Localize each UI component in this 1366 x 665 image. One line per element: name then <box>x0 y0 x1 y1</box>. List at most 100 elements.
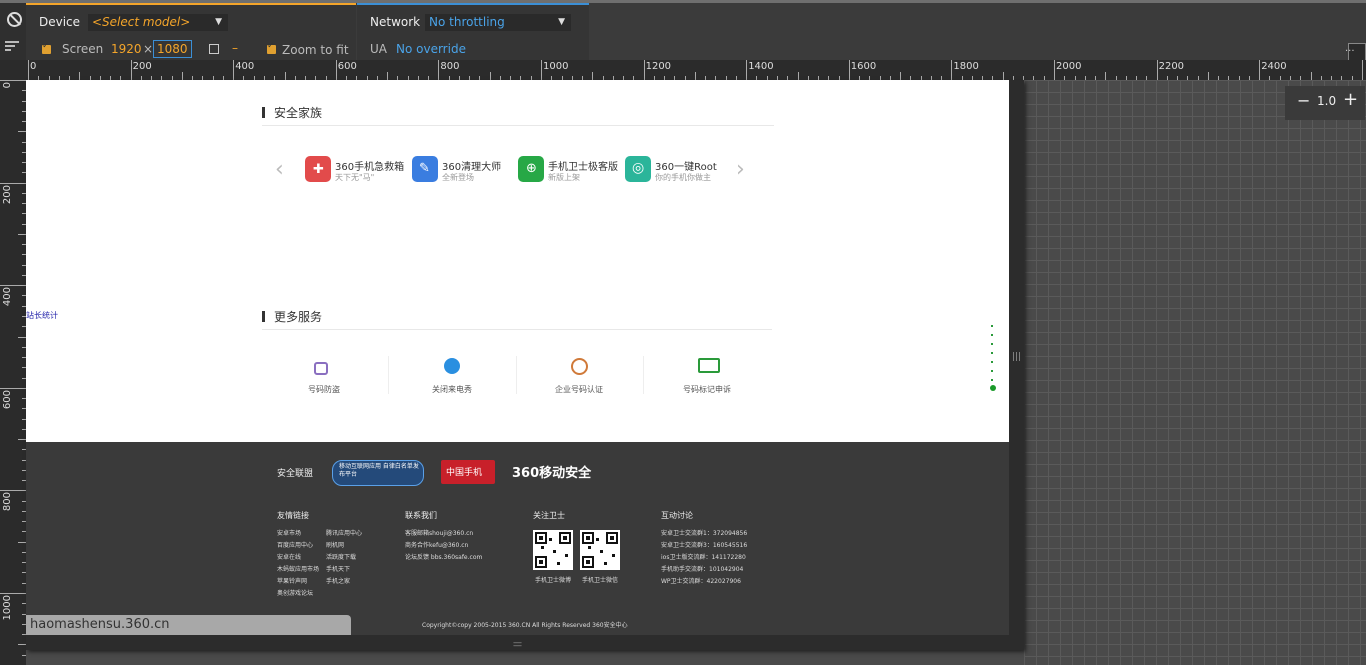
chevron-left-icon[interactable]: ‹ <box>275 157 284 182</box>
wechat-qr-code[interactable] <box>580 530 620 570</box>
app-subtitle: 天下无"马" <box>335 173 375 182</box>
contact-item[interactable]: 论坛反馈 bbs.360safe.com <box>405 552 482 561</box>
network-throttling-select[interactable]: No throttling ▼ <box>425 14 571 31</box>
ruler-tick <box>0 80 26 81</box>
ruler-tick <box>130 60 132 80</box>
first-aid-kit-icon: ✚ <box>305 156 331 182</box>
ruler-tick <box>18 644 26 646</box>
friends-title: 友情链接 <box>277 511 309 520</box>
services-divider <box>262 329 772 330</box>
friend-link[interactable]: 活跃度下载 <box>326 552 356 561</box>
family-section-title: 安全家族 <box>261 106 323 120</box>
ruler-tick <box>79 72 81 80</box>
ruler-label: 2400 <box>1261 61 1287 72</box>
alliance-label: 安全联盟 <box>277 469 314 479</box>
qr-finder-pattern <box>535 532 547 544</box>
zoom-value: 1.0 <box>1317 94 1337 108</box>
ruler-label: 400 <box>2 287 13 307</box>
stats-link[interactable]: 站长统计 <box>26 310 58 321</box>
ruler-label: 800 <box>2 492 13 512</box>
contact-item[interactable]: 商务合作kefu@360.cn <box>405 540 468 549</box>
ruler-label: 800 <box>440 61 460 72</box>
device-model-select[interactable]: <Select model> ▼ <box>88 14 228 31</box>
discuss-item[interactable]: WP卫士交流群：422027906 <box>661 576 741 585</box>
ruler-label: 1600 <box>850 61 877 72</box>
app-name: 360手机急救箱 <box>335 162 405 173</box>
ruler-left: 0 200 400 600 800 1000 <box>0 60 26 665</box>
media-queries-icon[interactable] <box>5 41 19 51</box>
friend-link[interactable]: 百度应用中心 <box>277 540 313 549</box>
friend-link[interactable]: 奥创游戏论坛 <box>277 588 313 597</box>
contact-item[interactable]: 客服邮箱shouji@360.cn <box>405 528 473 537</box>
360-security-logo[interactable]: 360移动安全 <box>512 462 591 481</box>
screen-checkbox[interactable] <box>42 41 51 54</box>
qr-module <box>600 550 603 553</box>
friend-link[interactable]: 刷机网 <box>326 540 344 549</box>
discuss-item[interactable]: 安卓卫士交流群3：160545516 <box>661 540 747 549</box>
more-options-icon[interactable]: ... <box>1345 43 1355 54</box>
qr-module <box>541 546 544 549</box>
ua-override-input[interactable]: No override <box>396 42 466 56</box>
ruler-tick <box>643 60 645 80</box>
ruler-label: 600 <box>337 61 357 72</box>
device-model-value: <Select model> <box>92 15 191 29</box>
ruler-label: 200 <box>132 61 152 72</box>
ruler-tick <box>181 72 183 80</box>
service-label: 企业号码认证 <box>555 385 603 394</box>
swap-dimensions-icon[interactable] <box>209 44 219 54</box>
zoom-to-fit-checkbox[interactable] <box>267 41 276 54</box>
friend-link[interactable]: 安卓在线 <box>277 552 301 561</box>
toolbar-left-strip <box>0 3 26 60</box>
friend-link[interactable]: 苹果铃声网 <box>277 576 307 585</box>
ruler-label: 1000 <box>2 595 13 621</box>
qr-module <box>549 538 552 541</box>
friend-link[interactable]: 腾讯应用中心 <box>326 528 362 537</box>
resize-handle-right[interactable]: ||| <box>1012 352 1021 362</box>
resize-handle-bottom[interactable]: — — <box>513 639 522 651</box>
service-separator <box>516 356 517 394</box>
china-mobile-badge[interactable]: 中国手机 <box>441 460 495 484</box>
chevron-right-icon[interactable]: › <box>736 157 745 182</box>
ruler-tick <box>1259 60 1261 80</box>
screen-width-input[interactable]: 1920 <box>111 42 142 56</box>
service-separator <box>388 356 389 394</box>
disable-emulation-icon[interactable] <box>7 12 22 27</box>
qr-module <box>612 554 615 557</box>
ruler-tick <box>1002 72 1004 80</box>
friend-link[interactable]: 安卓市场 <box>277 528 301 537</box>
padlock-icon <box>314 362 328 375</box>
discuss-item[interactable]: 安卓卫士交流群1：372094856 <box>661 528 747 537</box>
ruler-label: 1200 <box>645 61 672 72</box>
discuss-item[interactable]: 手机助手交流群：101042904 <box>661 564 743 573</box>
ruler-tick <box>1310 72 1312 80</box>
whitelist-badge[interactable]: 移动互联网应用 自律白名单发布平台 <box>332 460 424 486</box>
zoom-in-button[interactable]: + <box>1343 89 1358 110</box>
friend-link[interactable]: 木蚂蚁应用市场 <box>277 564 319 573</box>
weibo-qr-code[interactable] <box>533 530 573 570</box>
chevron-down-icon: ▼ <box>558 17 565 27</box>
ruler-tick <box>233 60 235 80</box>
service-label: 号码防盗 <box>308 385 340 394</box>
screen-times-sign: × <box>143 42 154 56</box>
ruler-tick <box>284 72 286 80</box>
app-subtitle: 你的手机你做主 <box>655 173 711 182</box>
ruler-tick <box>592 72 594 80</box>
qr-module <box>596 538 599 541</box>
zoom-out-button[interactable]: − <box>1297 91 1310 110</box>
ruler-tick <box>1156 60 1158 80</box>
ruler-label: 0 <box>2 82 13 89</box>
screen-height-input[interactable]: 1080 <box>153 40 192 58</box>
page-indicator-active[interactable] <box>990 385 996 391</box>
friend-link[interactable]: 手机之家 <box>326 576 350 585</box>
device-label: Device <box>39 15 81 29</box>
friend-link[interactable]: 手机天下 <box>326 564 350 573</box>
status-url-bar: haomashensu.360.cn <box>26 615 351 635</box>
ruler-tick <box>28 60 29 80</box>
app-name: 手机卫士极客版 <box>548 162 618 173</box>
ruler-tick <box>900 72 902 80</box>
ruler-tick <box>0 593 26 594</box>
ruler-tick <box>22 654 26 656</box>
ruler-tick <box>0 182 26 184</box>
discuss-item[interactable]: ios卫士版交流群：141172280 <box>661 552 746 561</box>
screen-dash: – <box>232 41 238 55</box>
